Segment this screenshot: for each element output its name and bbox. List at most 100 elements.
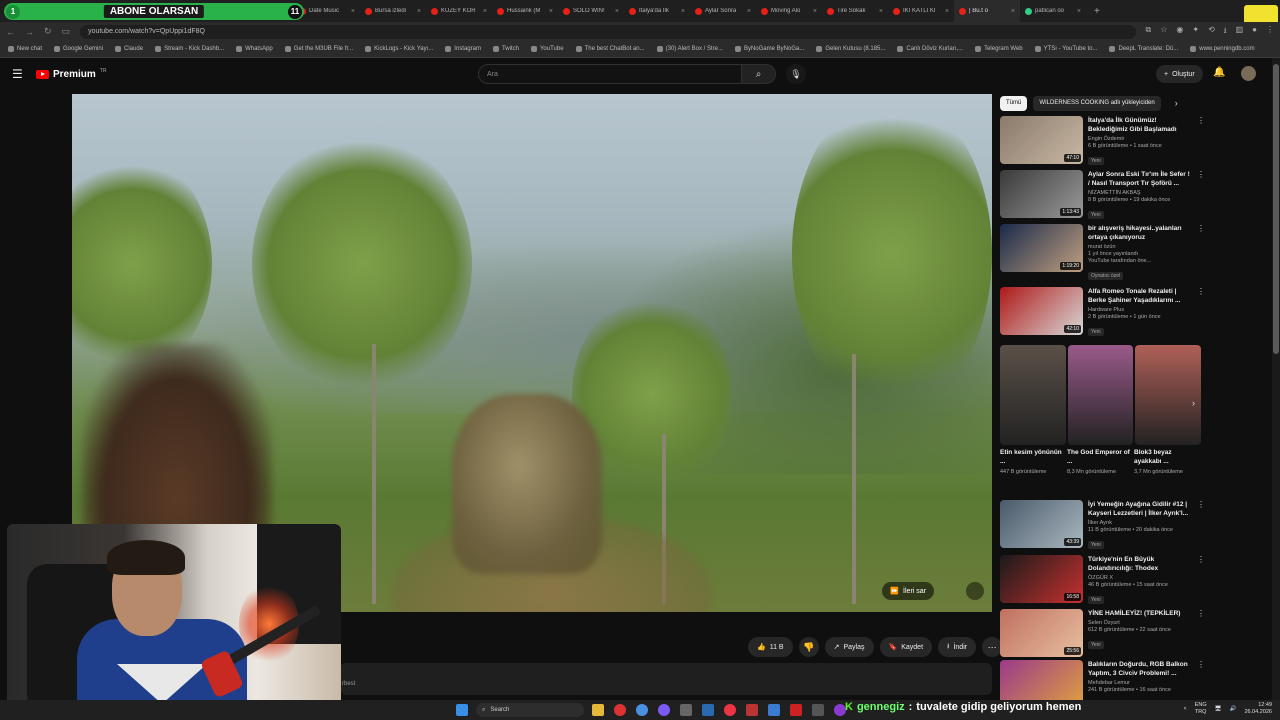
browser-tab[interactable]: Aylar Sonra × (690, 0, 756, 22)
channel-name[interactable]: Selen Özyurt (1088, 620, 1192, 626)
puzzle-icon[interactable]: ✦ (1192, 25, 1199, 39)
bookmark-item[interactable]: Telegram Web (975, 46, 1023, 52)
video-title[interactable]: Balıkların Doğurdu, RGB Balkon Yaptım, 3… (1088, 660, 1192, 678)
browser-tab[interactable]: | Bu.t o × (954, 0, 1020, 22)
video-title[interactable]: İtalya'da İlk Günümüz! Beklediğimiz Gibi… (1088, 116, 1192, 134)
video-title[interactable]: Türkiye'nin En Büyük Dolandırıcılığı: Th… (1088, 555, 1192, 573)
short-thumbnail[interactable] (1000, 345, 1066, 445)
app-gear-icon[interactable] (812, 704, 824, 716)
video-title[interactable]: YİNE HAMİLEYİZ! (TEPKİLER) (1088, 609, 1192, 618)
chip-scroll-right-icon[interactable]: › (1175, 98, 1178, 108)
bookmark-item[interactable]: YTSı - YouTube to... (1034, 46, 1097, 52)
recommended-video[interactable]: 42:10 Alfa Romeo Tonale Rezaleti | Berke … (1000, 287, 1205, 347)
bookmark-item[interactable]: Gelen Kutusu (8.185... (816, 46, 885, 52)
channel-name[interactable]: İlker Ayrık (1088, 520, 1192, 526)
download-button[interactable]: ⭳ İndir (938, 637, 977, 657)
video-thumbnail[interactable]: 43:39 (1000, 500, 1083, 548)
video-menu-icon[interactable]: ⋮ (1197, 116, 1205, 176)
app-x-icon[interactable] (790, 704, 802, 716)
bookmark-item[interactable]: Claude (115, 46, 143, 52)
language-indicator[interactable]: ENG TRQ (1195, 702, 1207, 716)
share-button[interactable]: ↗ Paylaş (824, 637, 874, 657)
tab-close-icon[interactable]: × (1011, 8, 1015, 15)
bookmark-item[interactable]: YouTube (530, 46, 564, 52)
browser-tab[interactable]: İtalya'da İlk × (624, 0, 690, 22)
reload-icon[interactable]: ↻ (44, 26, 52, 37)
tab-close-icon[interactable]: × (483, 8, 487, 15)
file-explorer-icon[interactable] (592, 704, 604, 716)
network-icon[interactable]: 🖥 (1215, 706, 1222, 712)
media-app-icon[interactable] (746, 704, 758, 716)
browser-tab[interactable]: KUZEY KOR × (426, 0, 492, 22)
short-thumbnail[interactable] (1135, 345, 1202, 445)
bookmark-item[interactable]: Get the M3UB File fr... (284, 46, 353, 52)
search-input[interactable]: Ara (478, 64, 742, 84)
bookmark-item[interactable]: DeepL Translate: Dü... (1109, 46, 1178, 52)
tab-close-icon[interactable]: × (549, 8, 553, 15)
video-thumbnail[interactable]: 16:58 (1000, 555, 1083, 603)
channel-name[interactable]: ÖZGÜR X (1088, 575, 1192, 581)
chip-uploader[interactable]: WILDERNESS COOKING adlı yükleyiciden (1033, 95, 1161, 111)
bookmark-item[interactable]: New chat (8, 46, 42, 52)
channel-name[interactable]: Mehdebar Lemur (1088, 680, 1192, 686)
recommended-video[interactable]: 47:10 İtalya'da İlk Günümüz! Beklediğimiz… (1000, 116, 1205, 176)
bookmark-item[interactable]: www.penningdb.com (1190, 46, 1255, 52)
tab-close-icon[interactable]: × (945, 8, 949, 15)
browser-tab[interactable]: SOLO WIN! × (558, 0, 624, 22)
channel-name[interactable]: murat özün (1088, 244, 1192, 250)
browser-tab[interactable]: Tire Sokak × (822, 0, 888, 22)
browser-tab[interactable]: Moving Alo × (756, 0, 822, 22)
calculator-icon[interactable] (680, 704, 692, 716)
voice-search-button[interactable]: 🎙 (786, 64, 806, 84)
dislike-button[interactable]: 👎 (798, 637, 819, 657)
short-title[interactable]: Blok3 beyaz ayakkabı ... (1134, 448, 1198, 466)
youtube-premium-logo[interactable]: Premium TR (36, 68, 106, 80)
skip-forward-button[interactable]: ⏩ İleri sar (882, 582, 934, 600)
sidebar-toggle-icon[interactable]: ▭ (62, 26, 71, 37)
bookmark-item[interactable]: Canlı Döviz Kurları,... (897, 46, 963, 52)
video-title[interactable]: Alfa Romeo Tonale Rezaleti | Berke Şahin… (1088, 287, 1192, 305)
shorts-next-icon[interactable]: › (1192, 398, 1195, 408)
description-box[interactable]: rbest (340, 663, 992, 695)
save-button[interactable]: 🔖 Kaydet (879, 637, 933, 657)
video-menu-icon[interactable]: ⋮ (1197, 224, 1205, 284)
tab-close-icon[interactable]: × (813, 8, 817, 15)
tab-close-icon[interactable]: × (747, 8, 751, 15)
clock[interactable]: 12:49 26.04.2026 (1244, 702, 1272, 716)
scrollbar-thumb[interactable] (1273, 64, 1279, 354)
bookmark-item[interactable]: The best ChatBot an... (575, 46, 645, 52)
video-thumbnail[interactable]: 25:56 (1000, 609, 1083, 657)
back-icon[interactable]: ← (6, 27, 15, 37)
split-view-icon[interactable]: ▥ (1236, 25, 1244, 39)
bookmark-item[interactable]: Twitch (492, 46, 519, 52)
browser-tab[interactable]: İKİ KATLI Kİ × (888, 0, 954, 22)
recommended-video[interactable]: 1:19:20 bir alışveriş hikayesi..yalanları… (1000, 224, 1205, 284)
opera-icon[interactable] (614, 704, 626, 716)
recommended-video[interactable]: 1:13:43 Aylar Sonra Eski Tır'ım İle Sefer… (1000, 170, 1205, 230)
browser-tab[interactable]: Hussaink (M × (492, 0, 558, 22)
channel-name[interactable]: Hardware Plus (1088, 307, 1192, 313)
extension-icon[interactable]: ◉ (1176, 25, 1183, 39)
channel-name[interactable]: NİZAMETTİN AKBAŞ (1088, 190, 1192, 196)
browser-tab[interactable]: patlican oo × (1020, 0, 1086, 22)
tab-close-icon[interactable]: × (417, 8, 421, 15)
history-icon[interactable]: ⟲ (1208, 25, 1215, 39)
url-field[interactable]: youtube.com/watch?v=QpUppi1dF8Q (80, 24, 1136, 39)
word-app-icon[interactable] (768, 704, 780, 716)
install-icon[interactable]: ⧉ (1146, 25, 1152, 39)
bookmark-star-icon[interactable]: ☆ (1160, 25, 1167, 39)
bookmark-item[interactable]: KickLogs - Kick Yayı... (365, 46, 433, 52)
bookmark-item[interactable]: Google Gemini (54, 46, 103, 52)
video-menu-icon[interactable]: ⋮ (1197, 555, 1205, 615)
new-tab-icon[interactable]: + (1086, 6, 1100, 17)
recording-app-icon[interactable] (724, 704, 736, 716)
video-title[interactable]: Aylar Sonra Eski Tır'ım İle Sefer ! / Na… (1088, 170, 1192, 188)
video-thumbnail[interactable]: 1:13:43 (1000, 170, 1083, 218)
player-control-button[interactable] (966, 582, 984, 600)
chrome-icon[interactable] (636, 704, 648, 716)
taskbar-search[interactable]: ⌕ Search (476, 703, 584, 717)
video-title[interactable]: İyi Yemeğin Ayağına Gidilir #12 | Kayser… (1088, 500, 1192, 518)
channel-name[interactable]: Engin Özdemir (1088, 136, 1192, 142)
video-menu-icon[interactable]: ⋮ (1197, 287, 1205, 347)
tab-close-icon[interactable]: × (681, 8, 685, 15)
